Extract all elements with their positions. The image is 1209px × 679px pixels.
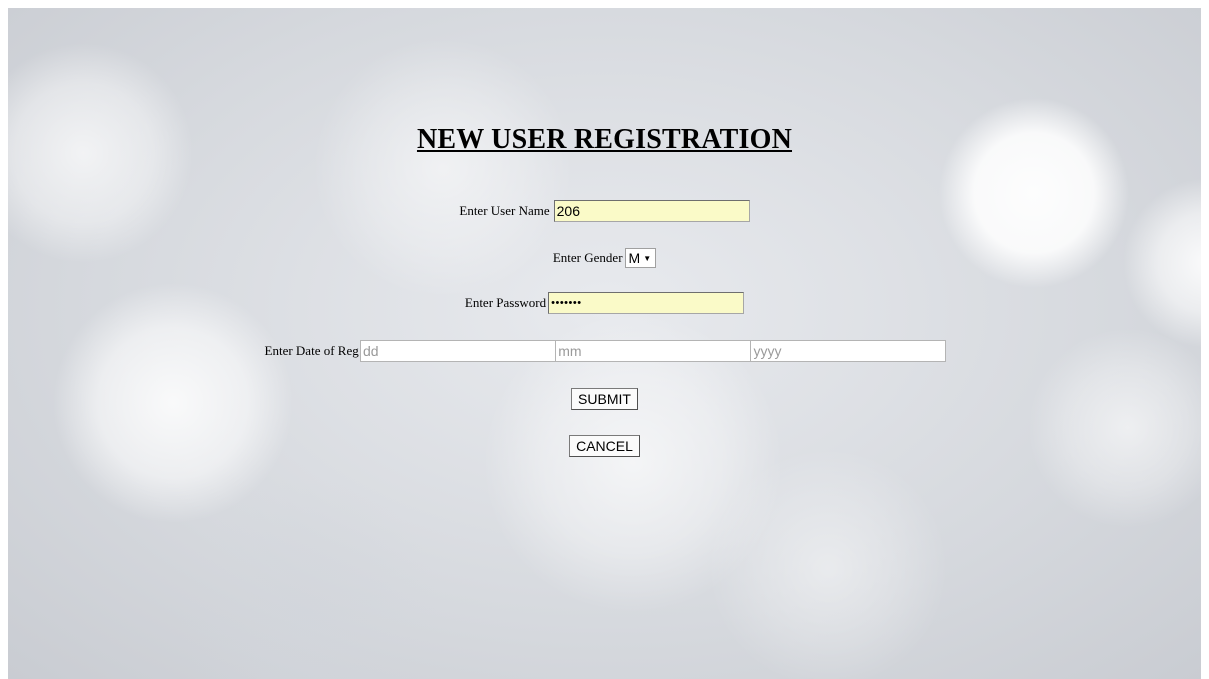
day-input[interactable]	[359, 340, 556, 362]
submit-button[interactable]: SUBMIT	[571, 388, 638, 410]
password-row: Enter Password	[0, 292, 1209, 314]
dropdown-arrow-icon: ▼	[643, 254, 652, 264]
username-label: Enter User Name	[459, 203, 550, 218]
username-input[interactable]	[553, 200, 750, 222]
password-label: Enter Password	[464, 295, 547, 310]
submit-row: SUBMIT	[0, 388, 1209, 410]
username-row: Enter User Name	[0, 200, 1209, 222]
date-of-reg-row: Enter Date of Reg	[0, 340, 1209, 362]
password-input[interactable]	[548, 292, 745, 314]
cancel-row: CANCEL	[0, 435, 1209, 457]
gender-selected-value: M	[628, 250, 641, 266]
gender-label: Enter Gender	[552, 250, 623, 265]
month-input[interactable]	[555, 340, 752, 362]
cancel-button[interactable]: CANCEL	[569, 435, 640, 457]
date-of-reg-label: Enter Date of Reg	[264, 343, 359, 358]
page-title: NEW USER REGISTRATION	[416, 124, 793, 155]
gender-select[interactable]: M ▼	[624, 248, 657, 268]
year-input[interactable]	[750, 340, 947, 362]
gender-row: Enter Gender M ▼	[0, 248, 1209, 268]
registration-form: NEW USER REGISTRATION Enter User Name En…	[0, 0, 1209, 679]
